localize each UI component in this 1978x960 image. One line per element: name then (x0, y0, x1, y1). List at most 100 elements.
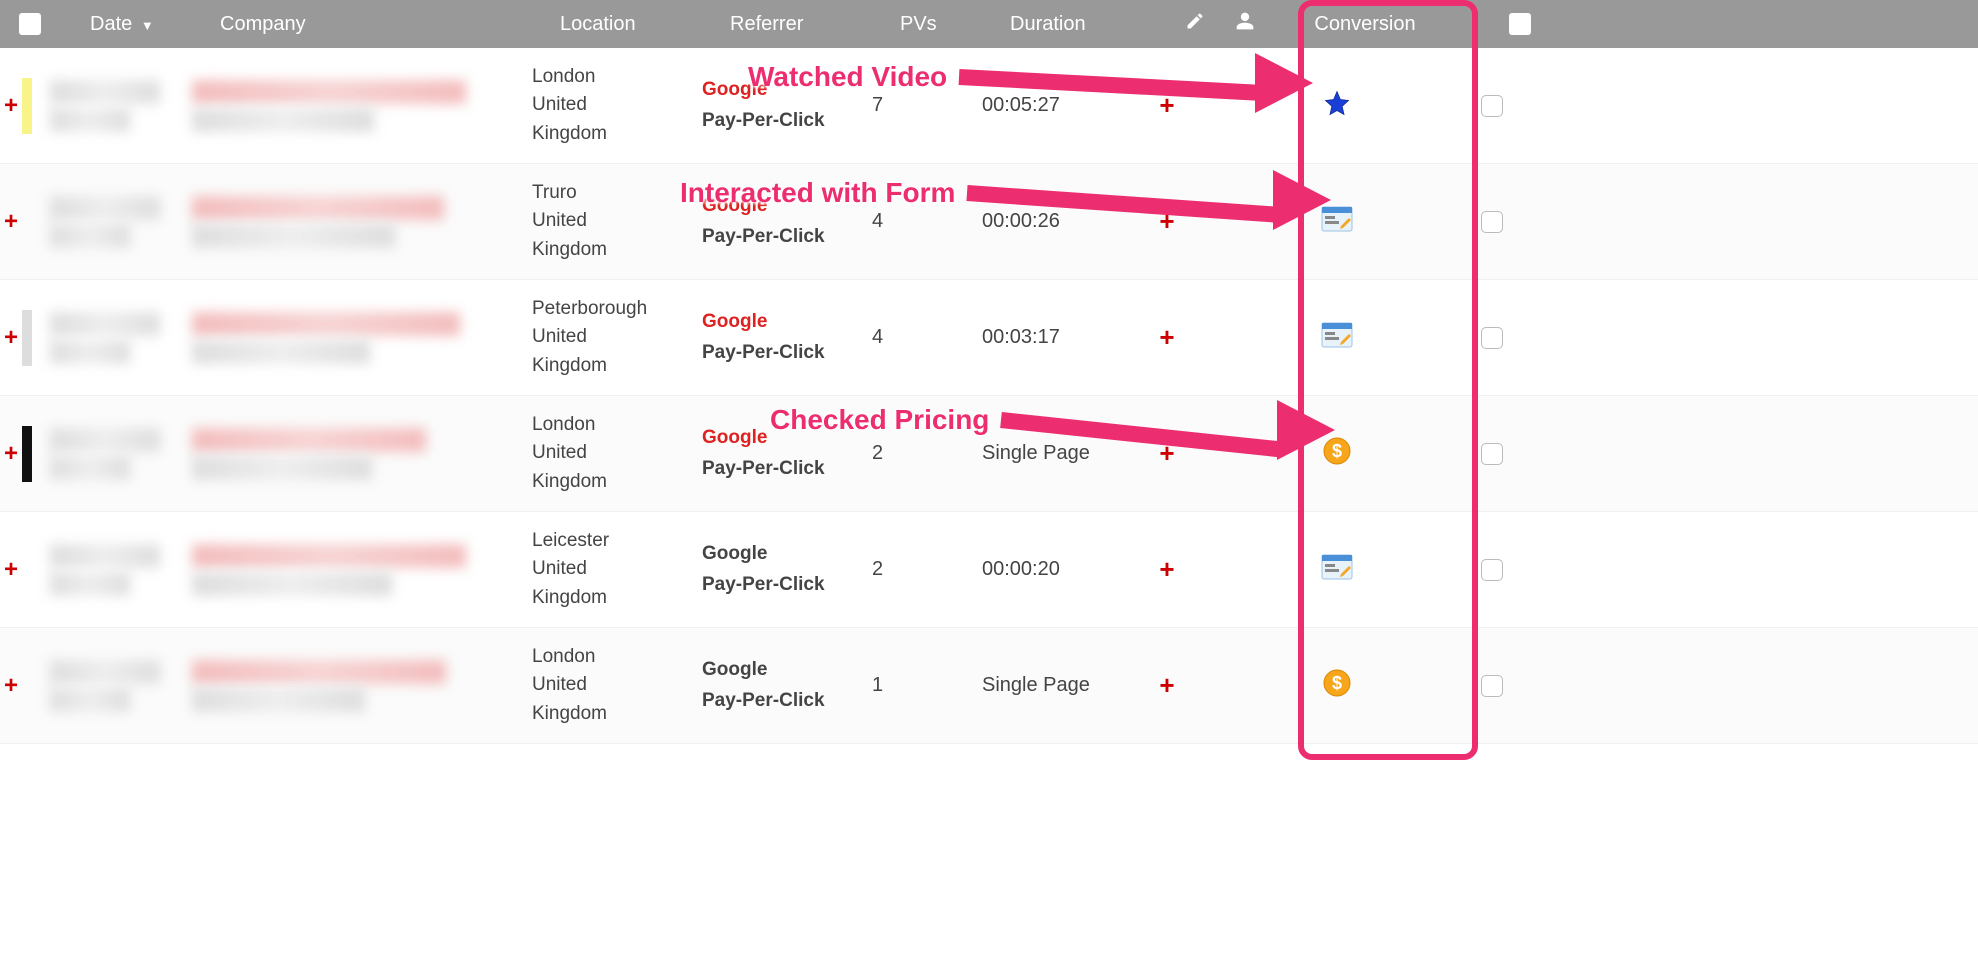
redacted-company (192, 340, 370, 364)
duration-cell: Single Page (982, 674, 1142, 697)
add-note-button[interactable]: + (1159, 90, 1174, 120)
location-cell: LondonUnitedKingdom (532, 411, 702, 497)
location-cell: LeicesterUnitedKingdom (532, 527, 702, 613)
conversion-cell: $ (1242, 437, 1432, 471)
redacted-date (50, 80, 160, 104)
header-user-icon[interactable] (1220, 11, 1270, 37)
sort-indicator-icon: ▼ (141, 18, 154, 33)
expand-row-button[interactable]: + (0, 324, 22, 352)
svg-text:$: $ (1332, 441, 1342, 461)
header-conversion[interactable]: Conversion (1270, 13, 1460, 36)
referrer-cell: GooglePay-Per-Click (702, 539, 872, 600)
row-select-checkbox[interactable] (1481, 675, 1503, 697)
row-select-checkbox[interactable] (1481, 211, 1503, 233)
row-select-checkbox[interactable] (1481, 443, 1503, 465)
expand-row-button[interactable]: + (0, 92, 22, 120)
redacted-company (192, 428, 426, 452)
header-pvs[interactable]: PVs (900, 13, 1010, 36)
pvs-cell: 1 (872, 674, 982, 697)
table-row: + LondonUnitedKingdomGooglePay-Per-Click2… (0, 396, 1978, 512)
table-row: + PeterboroughUnitedKingdomGooglePay-Per-… (0, 280, 1978, 396)
redacted-date (50, 108, 130, 132)
header-company[interactable]: Company (220, 13, 560, 36)
pvs-cell: 4 (872, 326, 982, 349)
location-cell: TruroUnitedKingdom (532, 179, 702, 265)
duration-cell: 00:03:17 (982, 326, 1142, 349)
table-row: +LondonUnitedKingdomGooglePay-Per-Click7… (0, 48, 1978, 164)
expand-row-button[interactable]: + (0, 208, 22, 236)
redacted-date (50, 572, 130, 596)
row-status-bar (22, 542, 32, 598)
row-status-bar (22, 310, 32, 366)
referrer-cell: GooglePay-Per-Click (702, 191, 872, 252)
add-note-button[interactable]: + (1159, 670, 1174, 700)
duration-cell: 00:00:26 (982, 210, 1142, 233)
table-row: + LondonUnitedKingdomGooglePay-Per-Click1… (0, 628, 1978, 744)
duration-cell: 00:00:20 (982, 558, 1142, 581)
redacted-company (192, 572, 392, 596)
header-edit-icon[interactable] (1170, 11, 1220, 37)
svg-text:$: $ (1332, 673, 1342, 693)
header-date[interactable]: Date ▼ (60, 13, 220, 36)
redacted-date (50, 456, 130, 480)
row-status-bar (22, 78, 32, 134)
header-duration[interactable]: Duration (1010, 13, 1170, 36)
header-location[interactable]: Location (560, 13, 730, 36)
redacted-date (50, 196, 160, 220)
redacted-company (192, 80, 466, 104)
conversion-cell: $ (1242, 669, 1432, 703)
visitor-table: Date ▼ Company Location Referrer PVs Dur… (0, 0, 1978, 744)
redacted-company (192, 196, 444, 220)
redacted-date (50, 544, 160, 568)
select-all-checkbox[interactable] (19, 13, 41, 35)
row-select-checkbox[interactable] (1481, 327, 1503, 349)
redacted-company (192, 688, 365, 712)
row-status-bar (22, 194, 32, 250)
redacted-date (50, 688, 130, 712)
location-cell: PeterboroughUnitedKingdom (532, 295, 702, 381)
conversion-cell (1242, 554, 1432, 586)
table-row: + LeicesterUnitedKingdomGooglePay-Per-Cli… (0, 512, 1978, 628)
table-row: + TruroUnitedKingdomGooglePay-Per-Click40… (0, 164, 1978, 280)
location-cell: LondonUnitedKingdom (532, 63, 702, 149)
table-header: Date ▼ Company Location Referrer PVs Dur… (0, 0, 1978, 48)
redacted-company (192, 456, 372, 480)
header-date-label: Date (90, 13, 132, 35)
location-cell: LondonUnitedKingdom (532, 643, 702, 729)
redacted-date (50, 340, 130, 364)
add-note-button[interactable]: + (1159, 206, 1174, 236)
add-note-button[interactable]: + (1159, 554, 1174, 584)
expand-row-button[interactable]: + (0, 440, 22, 468)
expand-row-button[interactable]: + (0, 672, 22, 700)
redacted-company (192, 660, 446, 684)
redacted-date (50, 224, 130, 248)
redacted-date (50, 312, 160, 336)
conversion-cell (1242, 322, 1432, 354)
duration-cell: 00:05:27 (982, 94, 1142, 117)
redacted-company (192, 224, 395, 248)
row-status-bar (22, 426, 32, 482)
expand-row-button[interactable]: + (0, 556, 22, 584)
select-all-right-checkbox[interactable] (1509, 13, 1531, 35)
row-status-bar (22, 658, 32, 714)
referrer-cell: GooglePay-Per-Click (702, 307, 872, 368)
add-note-button[interactable]: + (1159, 322, 1174, 352)
add-note-button[interactable]: + (1159, 438, 1174, 468)
duration-cell: Single Page (982, 442, 1142, 465)
redacted-company (192, 544, 466, 568)
pvs-cell: 7 (872, 94, 982, 117)
redacted-date (50, 660, 160, 684)
row-select-checkbox[interactable] (1481, 95, 1503, 117)
conversion-cell (1242, 206, 1432, 238)
pvs-cell: 4 (872, 210, 982, 233)
redacted-company (192, 312, 460, 336)
conversion-cell (1242, 89, 1432, 123)
referrer-cell: GooglePay-Per-Click (702, 655, 872, 716)
referrer-cell: GooglePay-Per-Click (702, 423, 872, 484)
redacted-date (50, 428, 160, 452)
pvs-cell: 2 (872, 442, 982, 465)
pvs-cell: 2 (872, 558, 982, 581)
redacted-company (192, 108, 374, 132)
row-select-checkbox[interactable] (1481, 559, 1503, 581)
header-referrer[interactable]: Referrer (730, 13, 900, 36)
